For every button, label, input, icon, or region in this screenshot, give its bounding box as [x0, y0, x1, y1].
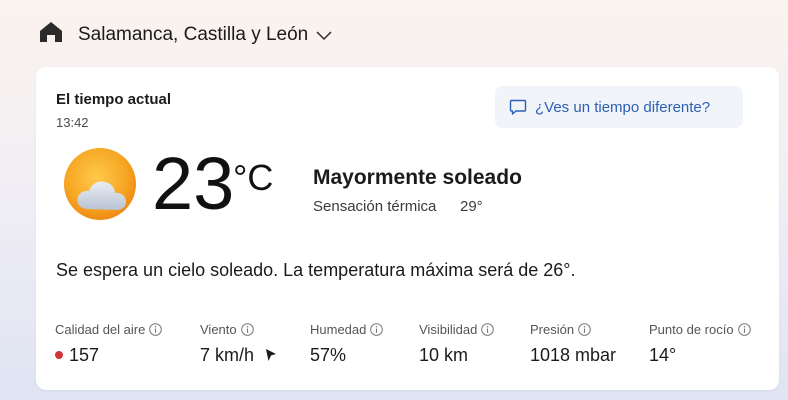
info-icon[interactable] — [481, 322, 495, 336]
home-icon[interactable] — [38, 20, 64, 44]
temperature-unit: °C — [233, 157, 274, 198]
metric-label: Presión — [530, 321, 575, 337]
partly-sunny-icon — [64, 148, 136, 220]
wind-direction-icon — [266, 349, 277, 361]
feedback-label: ¿Ves un tiempo diferente? — [535, 98, 711, 116]
location-label: Salamanca, Castilla y León — [78, 24, 309, 45]
metric-value: 14° — [649, 344, 677, 365]
metric-pressure[interactable]: Presión 1018 mbar — [530, 320, 616, 366]
metric-label: Humedad — [310, 321, 367, 337]
weather-condition: Mayormente soleado — [313, 166, 522, 189]
feels-like-value: 29° — [460, 198, 483, 215]
metric-value: 157 — [69, 344, 100, 365]
metric-label: Punto de rocío — [649, 321, 734, 337]
metric-wind[interactable]: Viento 7 km/h — [200, 320, 278, 366]
info-icon[interactable] — [578, 322, 591, 336]
info-icon[interactable] — [737, 322, 751, 336]
current-temperature: 23 — [152, 142, 235, 225]
metric-label: Visibilidad — [419, 321, 478, 337]
forecast-summary: Se espera un cielo soleado. La temperatu… — [56, 260, 576, 280]
info-icon[interactable] — [149, 322, 163, 336]
metric-value: 10 km — [419, 344, 469, 365]
chat-feedback-icon — [509, 99, 527, 115]
feels-like-label: Sensación térmica — [313, 198, 437, 215]
metric-humidity[interactable]: Humedad 57% — [310, 320, 384, 366]
info-icon[interactable] — [370, 322, 384, 336]
current-weather-card: El tiempo actual 13:42 ¿Ves un tiempo di… — [36, 67, 779, 390]
metric-value: 1018 mbar — [530, 344, 617, 365]
report-different-weather-button[interactable]: ¿Ves un tiempo diferente? — [495, 86, 743, 128]
info-icon[interactable] — [240, 322, 254, 336]
chevron-down-icon — [316, 31, 332, 41]
metric-dew-point[interactable]: Punto de rocío 14° — [649, 320, 751, 366]
location-selector[interactable]: Salamanca, Castilla y León — [78, 22, 332, 48]
card-title: El tiempo actual — [56, 91, 172, 108]
metric-value: 7 km/h — [200, 344, 255, 365]
air-quality-status-dot — [55, 351, 63, 359]
metric-label: Viento — [200, 321, 237, 337]
top-bar: Salamanca, Castilla y León — [0, 0, 788, 66]
metric-air-quality[interactable]: Calidad del aire 157 — [55, 320, 163, 366]
observation-time: 13:42 — [56, 115, 89, 130]
metric-value: 57% — [310, 344, 347, 365]
metric-label: Calidad del aire — [55, 321, 146, 337]
metric-visibility[interactable]: Visibilidad 10 km — [419, 320, 495, 366]
